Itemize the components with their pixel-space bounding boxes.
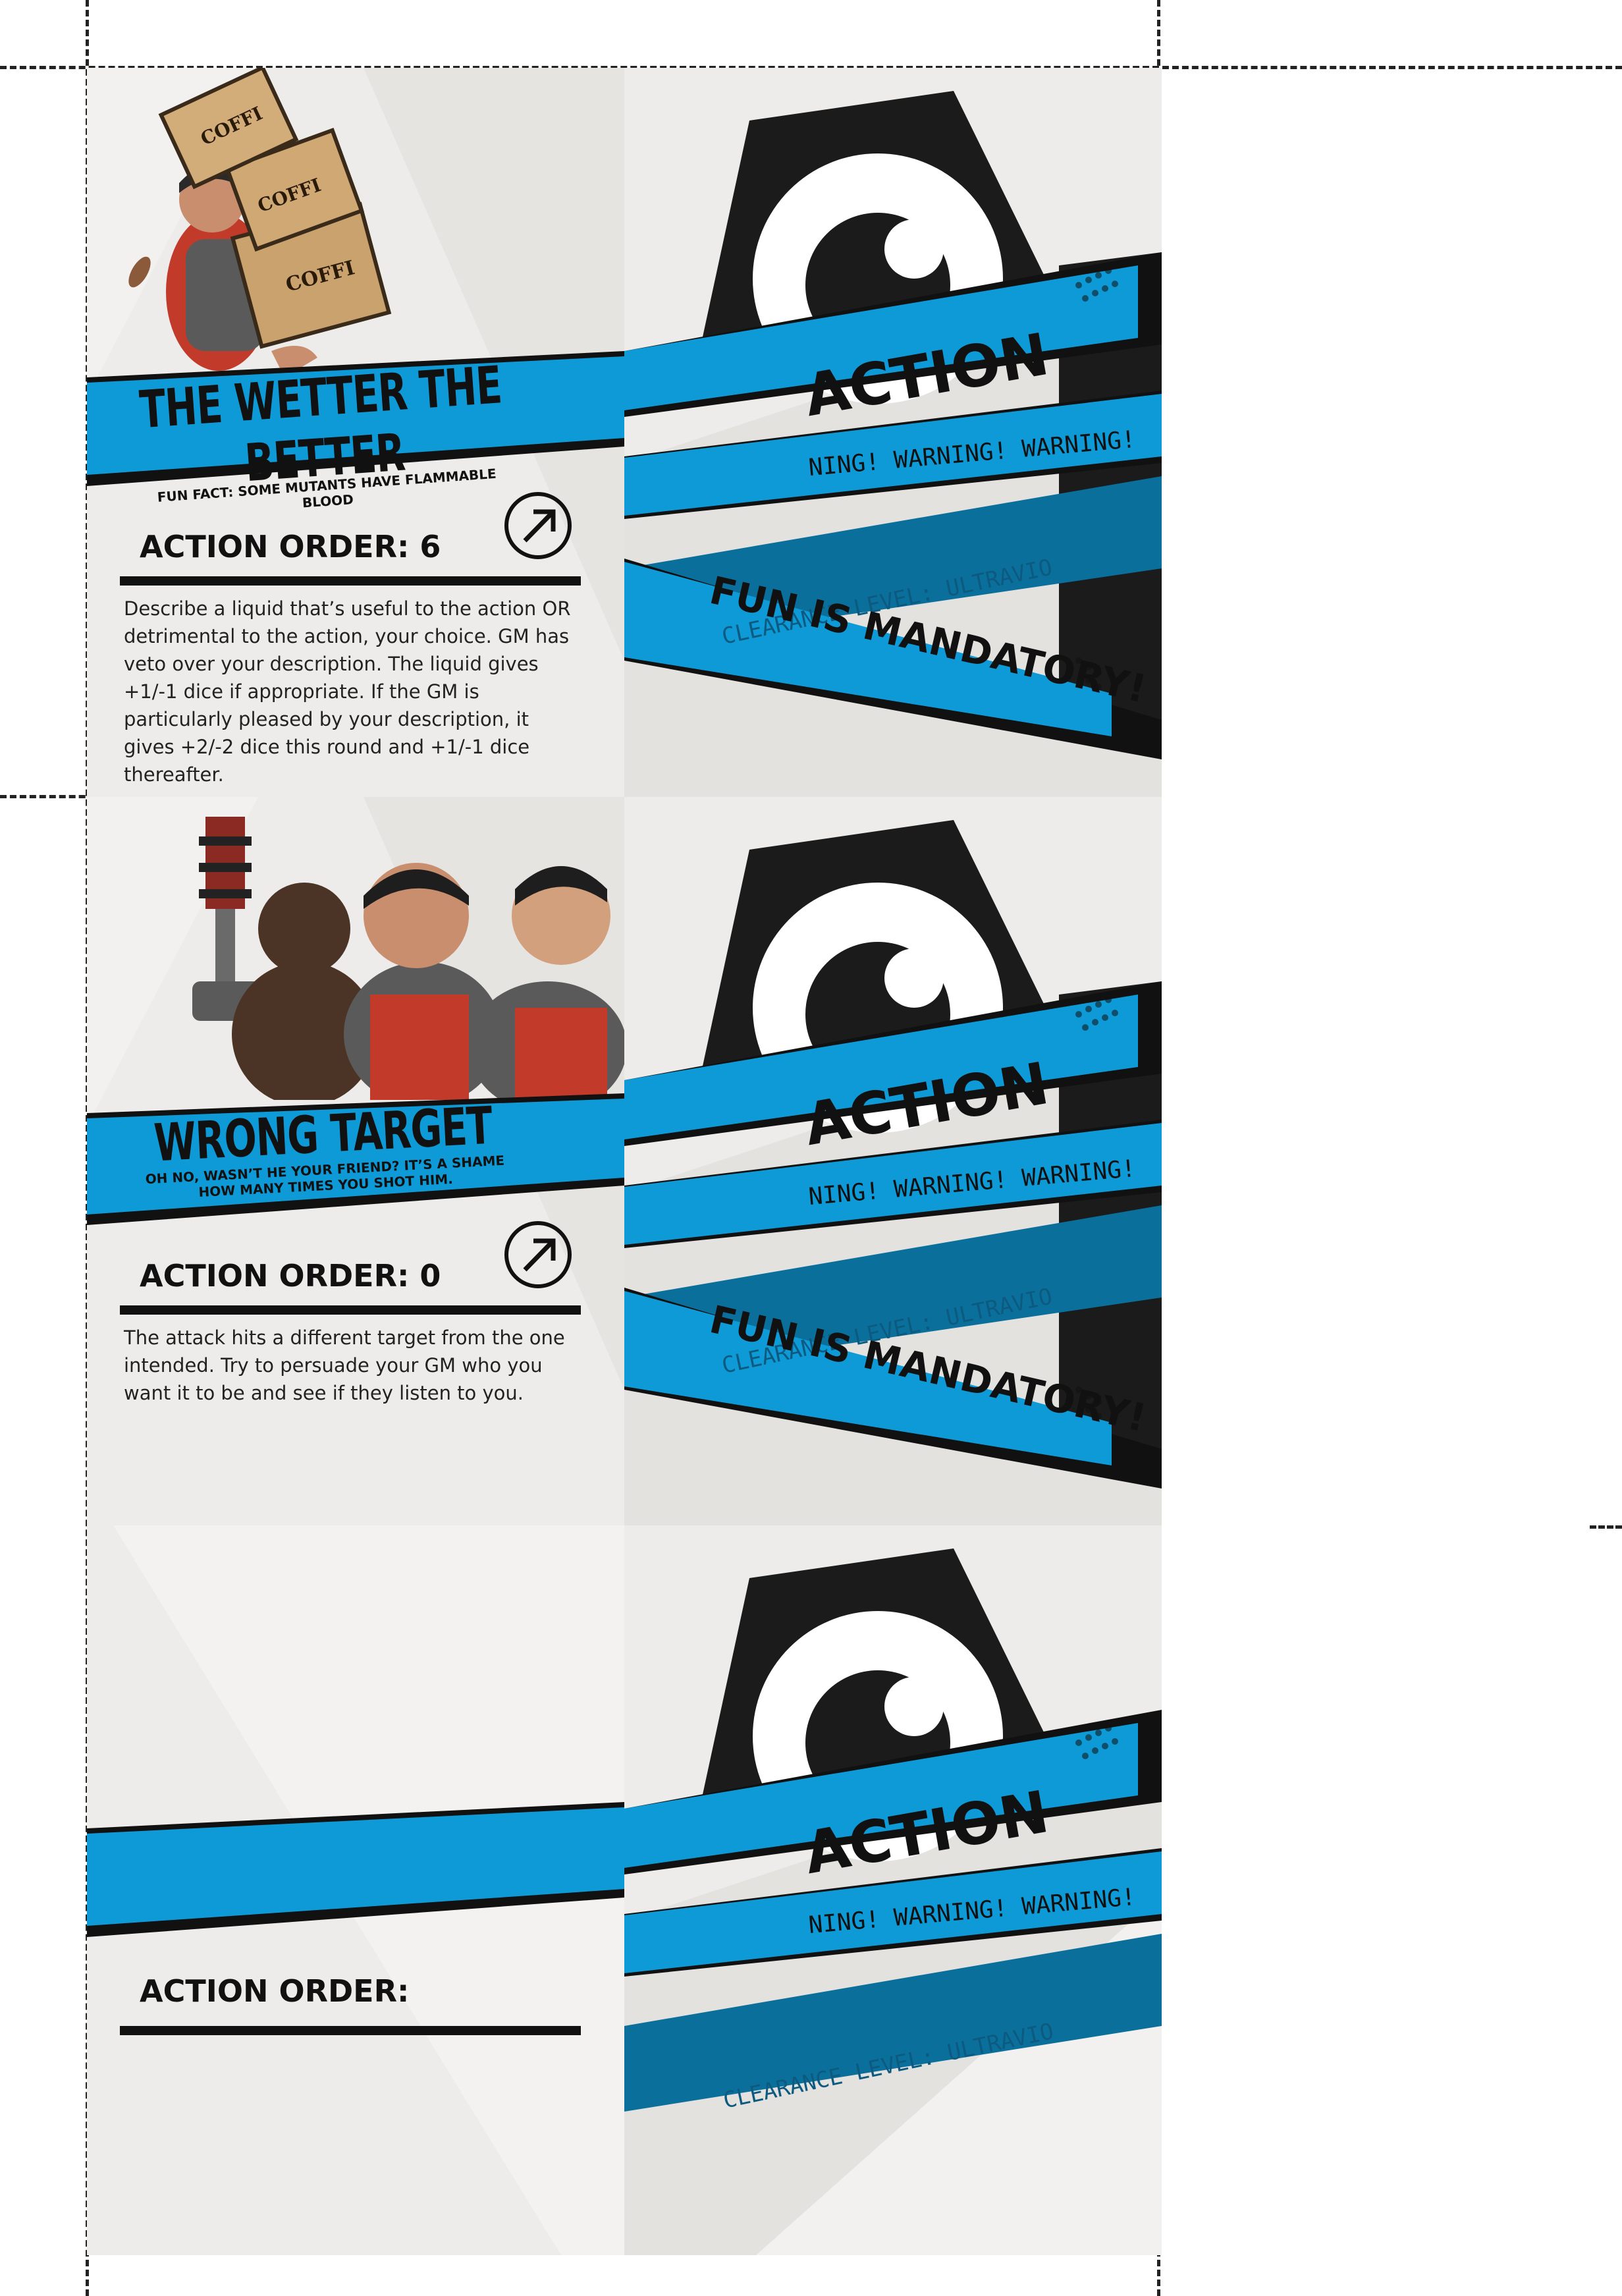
wrong-target-illustration <box>192 817 624 1100</box>
card-back-art: ACTION NING! WARNING! WARNING! CLEARANCE… <box>624 91 1162 798</box>
order-divider <box>120 2026 581 2035</box>
card-front-3: ACTION ORDER: <box>87 1525 624 2255</box>
title-band <box>87 1802 624 1937</box>
card-description: The attack hits a different target from … <box>124 1326 565 1404</box>
action-order-label: ACTION ORDER: 0 <box>140 1258 441 1294</box>
card-front-2: WRONG TARGET OH NO, WASN’T HE YOUR FRIEN… <box>87 797 624 1527</box>
card-back-3: ACTION NING! WARNING! WARNING! CLEARANCE… <box>624 1525 1162 2255</box>
cut-line-short <box>1590 1525 1622 1529</box>
card-back-art: ACTION NING! WARNING! WARNING! CLEARANCE… <box>624 820 1162 1527</box>
man-with-boxes-illustration: COFFI COFFI COFFI <box>128 68 392 371</box>
order-divider <box>120 576 581 586</box>
card-back-art: ACTION NING! WARNING! WARNING! CLEARANCE… <box>624 1548 1162 2255</box>
arrow-up-right-circle-icon <box>504 1221 572 1288</box>
order-divider <box>120 1305 581 1315</box>
card-front-1: COFFI COFFI COFFI THE WETTER THE BETTER … <box>87 68 624 798</box>
action-order-label: ACTION ORDER: <box>140 1973 410 2009</box>
card-description: Describe a liquid that’s useful to the a… <box>124 597 571 786</box>
card-back-1: ACTION NING! WARNING! WARNING! CLEARANCE… <box>624 68 1162 798</box>
action-order-label: ACTION ORDER: 6 <box>140 529 441 564</box>
card-back-2: ACTION NING! WARNING! WARNING! CLEARANCE… <box>624 797 1162 1527</box>
arrow-up-right-circle-icon <box>504 492 572 559</box>
